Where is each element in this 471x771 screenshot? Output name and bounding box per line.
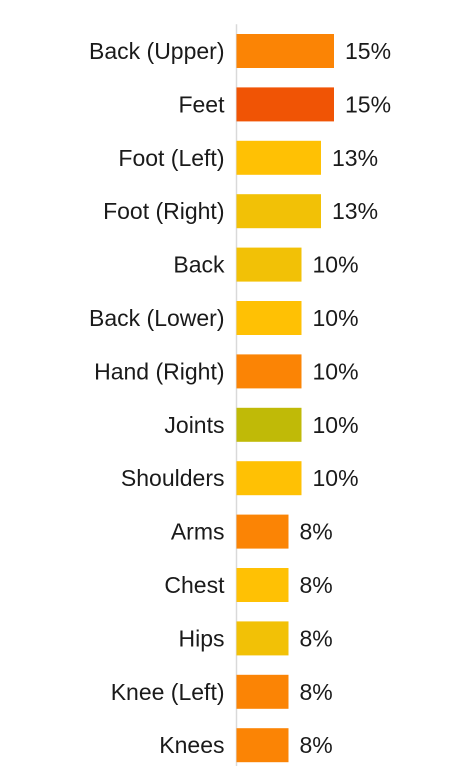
category-label: Shoulders <box>121 465 225 491</box>
bar <box>236 568 289 602</box>
value-label: 10% <box>313 358 359 384</box>
value-label: 8% <box>300 679 333 705</box>
category-label: Joints <box>164 412 224 438</box>
value-label: 15% <box>345 91 391 117</box>
bar <box>236 34 334 68</box>
category-label: Feet <box>178 91 225 117</box>
bar-chart: Back (Upper) 15% Feet 15% Foot (Left) 13% Foot… <box>89 24 391 771</box>
category-label: Hand (Right) <box>94 358 224 384</box>
bar <box>236 514 289 549</box>
chart-container: Back (Upper) 15% Feet 15% Foot (Left) 13% Foot… <box>0 0 471 771</box>
bar <box>236 354 302 389</box>
bar <box>236 247 302 282</box>
bar <box>236 301 302 335</box>
category-label: Back (Lower) <box>89 305 224 331</box>
bar <box>236 407 302 442</box>
bar <box>236 140 321 175</box>
value-label: 10% <box>313 252 359 278</box>
category-label: Knees <box>159 732 224 758</box>
category-label: Knee (Left) <box>111 679 225 705</box>
bar <box>236 87 334 122</box>
bar <box>236 728 289 763</box>
value-label: 10% <box>313 412 359 438</box>
value-label: 8% <box>300 732 333 758</box>
value-label: 13% <box>332 198 378 224</box>
category-label: Foot (Right) <box>103 198 224 224</box>
category-label: Chest <box>164 572 225 598</box>
category-label: Back (Upper) <box>89 38 224 64</box>
value-label: 10% <box>313 305 359 331</box>
bar <box>236 674 289 709</box>
bar <box>236 621 289 656</box>
value-label: 13% <box>332 145 378 171</box>
value-label: 10% <box>313 465 359 491</box>
value-label: 15% <box>345 38 391 64</box>
value-label: 8% <box>300 625 333 651</box>
value-label: 8% <box>300 572 333 598</box>
category-label: Arms <box>171 519 225 545</box>
category-label: Foot (Left) <box>118 145 224 171</box>
value-label: 8% <box>300 519 333 545</box>
bar <box>236 194 321 229</box>
category-label: Hips <box>178 625 224 651</box>
bar <box>236 461 302 496</box>
category-label: Back <box>173 252 225 278</box>
